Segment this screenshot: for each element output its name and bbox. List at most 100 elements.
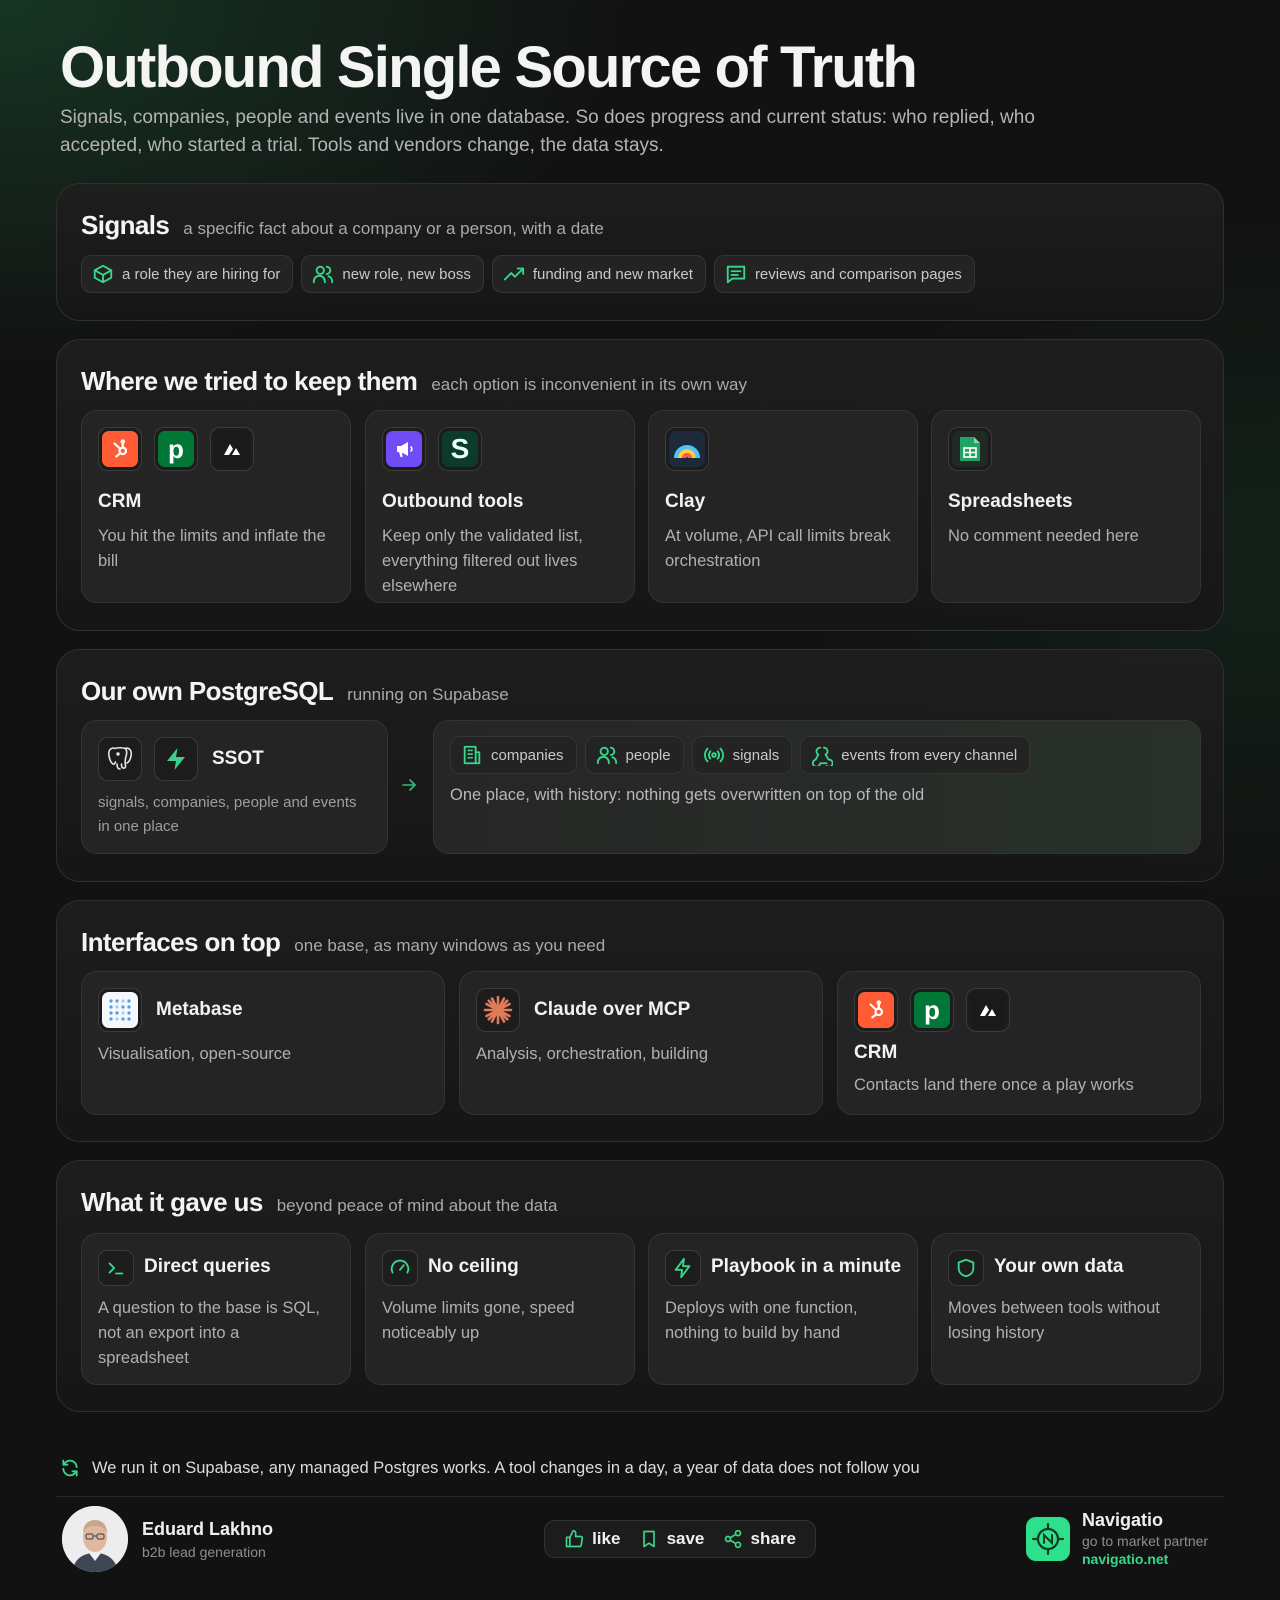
page-subtitle: Signals, companies, people and events li…	[60, 107, 1035, 156]
refresh-icon	[62, 1459, 78, 1477]
postgres-panel: Our own PostgreSQL running on Supabase S…	[56, 649, 1224, 882]
interface-card-claude[interactable]: Claude over MCP Analysis, orchestration,…	[459, 971, 823, 1115]
pipedrive-letter: p	[924, 994, 940, 1025]
users-icon	[313, 265, 334, 284]
db-chip-events[interactable]: events from every channel	[800, 736, 1031, 774]
save-button[interactable]: save	[639, 1529, 705, 1549]
interfaces-header: Interfaces on top one base, as many wind…	[81, 927, 605, 958]
ssot-logos: SSOT	[98, 737, 264, 781]
signal-chip-new-role[interactable]: new role, new boss	[301, 255, 484, 293]
storage-card-outbound-tools[interactable]: S Outbound tools Keep only the validated…	[365, 410, 635, 603]
benefits-panel: What it gave us beyond peace of mind abo…	[56, 1160, 1224, 1412]
action-bar: like save share	[544, 1520, 816, 1558]
lemlist-logo	[382, 427, 426, 471]
database-note: One place, with history: nothing gets ov…	[450, 786, 925, 804]
card-title: CRM	[854, 1042, 898, 1063]
page-title: Outbound Single Source of Truth	[60, 35, 918, 100]
benefit-card-direct-queries[interactable]: Direct queries A question to the base is…	[81, 1233, 351, 1385]
storage-card-spreadsheets[interactable]: Spreadsheets No comment needed here	[931, 410, 1201, 603]
card-text: Keep only the validated list, everything…	[382, 527, 583, 595]
attio-logo	[210, 427, 254, 471]
gauge-icon	[382, 1250, 418, 1286]
smartlead-letter: S	[450, 433, 470, 464]
storage-header: Where we tried to keep them each option …	[81, 366, 747, 397]
interface-card-metabase[interactable]: Metabase Visualisation, open-source	[81, 971, 445, 1115]
card-text: You hit the limits and inflate the bill	[98, 527, 326, 570]
radio-icon	[703, 747, 724, 763]
benefit-card-no-ceiling[interactable]: No ceiling Volume limits gone, speed not…	[365, 1233, 635, 1385]
signal-chip-funding[interactable]: funding and new market	[491, 255, 706, 293]
signal-chip-reviews[interactable]: reviews and comparison pages	[713, 255, 975, 293]
chip-label: events from every channel	[841, 746, 1018, 764]
ssot-text: signals, companies, people and events in…	[98, 794, 357, 835]
card-title: Metabase	[156, 999, 243, 1020]
card-title: Outbound tools	[382, 491, 524, 512]
terminal-icon	[98, 1250, 134, 1286]
smartlead-logo: S	[438, 427, 482, 471]
clay-logos	[665, 427, 709, 471]
benefit-card-playbook[interactable]: Playbook in a minute Deploys with one fu…	[648, 1233, 918, 1385]
thumbs-up-icon	[565, 1529, 584, 1548]
building-icon	[463, 745, 481, 765]
card-text: Analysis, orchestration, building	[476, 1045, 709, 1063]
author-name: Eduard Lakhno	[142, 1518, 274, 1539]
signals-subtitle: a specific fact about a company or a per…	[183, 219, 604, 238]
benefits-subtitle: beyond peace of mind about the data	[276, 1196, 558, 1215]
crm-logos: p	[854, 988, 1010, 1032]
card-title: Playbook in a minute	[711, 1256, 902, 1277]
pipedrive-logo: p	[154, 427, 198, 471]
card-text: Moves between tools without losing histo…	[948, 1299, 1160, 1342]
hubspot-logo	[854, 988, 898, 1032]
share-button[interactable]: share	[723, 1529, 796, 1549]
save-label: save	[666, 1529, 705, 1548]
like-button[interactable]: like	[564, 1529, 620, 1549]
benefits-title: What it gave us	[81, 1187, 263, 1217]
footer-note: We run it on Supabase, any managed Postg…	[60, 1458, 920, 1478]
db-chip-people[interactable]: people	[584, 736, 684, 774]
brand-url-link[interactable]: navigatio.net	[1082, 1551, 1208, 1567]
outbound-logos: S	[382, 427, 482, 471]
chip-label: funding and new market	[532, 265, 693, 283]
interface-card-crm[interactable]: p CRM Contacts land there once a play wo…	[837, 971, 1201, 1115]
database-card[interactable]: companies people signals events from eve…	[433, 720, 1201, 854]
interfaces-title: Interfaces on top	[81, 927, 281, 957]
share-label: share	[750, 1529, 796, 1548]
signals-panel: Signals a specific fact about a company …	[56, 183, 1224, 321]
brand-info: Navigatio go to market partner navigatio…	[1082, 1510, 1208, 1567]
chip-label: companies	[491, 746, 564, 764]
brand-name: Navigatio	[1082, 1510, 1164, 1530]
card-text: Deploys with one function, nothing to bu…	[665, 1299, 858, 1342]
chip-label: a role they are hiring for	[122, 265, 281, 283]
card-title: No ceiling	[428, 1256, 519, 1277]
sheets-logos	[948, 427, 992, 471]
interfaces-panel: Interfaces on top one base, as many wind…	[56, 900, 1224, 1142]
navigatio-logo	[1026, 1516, 1070, 1561]
storage-card-crm[interactable]: p CRM You hit the limits and inflate the…	[81, 410, 351, 603]
supabase-logo	[154, 737, 198, 781]
clay-logo	[665, 427, 709, 471]
trending-up-icon	[503, 267, 524, 281]
message-square-icon	[726, 265, 746, 284]
ssot-title: SSOT	[212, 748, 264, 769]
brand-role: go to market partner	[1082, 1533, 1209, 1549]
db-chip-companies[interactable]: companies	[450, 736, 577, 774]
cube-icon	[93, 264, 113, 284]
footer-note-text: We run it on Supabase, any managed Postg…	[92, 1458, 920, 1477]
card-text: Visualisation, open-source	[98, 1045, 292, 1063]
db-chip-signals[interactable]: signals	[691, 736, 793, 774]
postgres-subtitle: running on Supabase	[347, 685, 509, 704]
zap-icon	[665, 1250, 701, 1286]
storage-card-clay[interactable]: Clay At volume, API call limits break or…	[648, 410, 918, 603]
chip-label: new role, new boss	[342, 265, 471, 283]
hubspot-logo	[98, 427, 142, 471]
metabase-logos: Metabase	[98, 988, 243, 1032]
author-block: Eduard Lakhno b2b lead generation	[62, 1506, 273, 1572]
signal-chip-hiring[interactable]: a role they are hiring for	[81, 255, 294, 293]
arrow-right-icon	[402, 779, 416, 791]
benefits-header: What it gave us beyond peace of mind abo…	[81, 1187, 557, 1218]
postgres-title: Our own PostgreSQL	[81, 676, 334, 706]
bookmark-icon	[642, 1530, 655, 1548]
ssot-card[interactable]: SSOT signals, companies, people and even…	[81, 720, 388, 854]
crm-logos: p	[98, 427, 254, 471]
benefit-card-own-data[interactable]: Your own data Moves between tools withou…	[931, 1233, 1201, 1385]
